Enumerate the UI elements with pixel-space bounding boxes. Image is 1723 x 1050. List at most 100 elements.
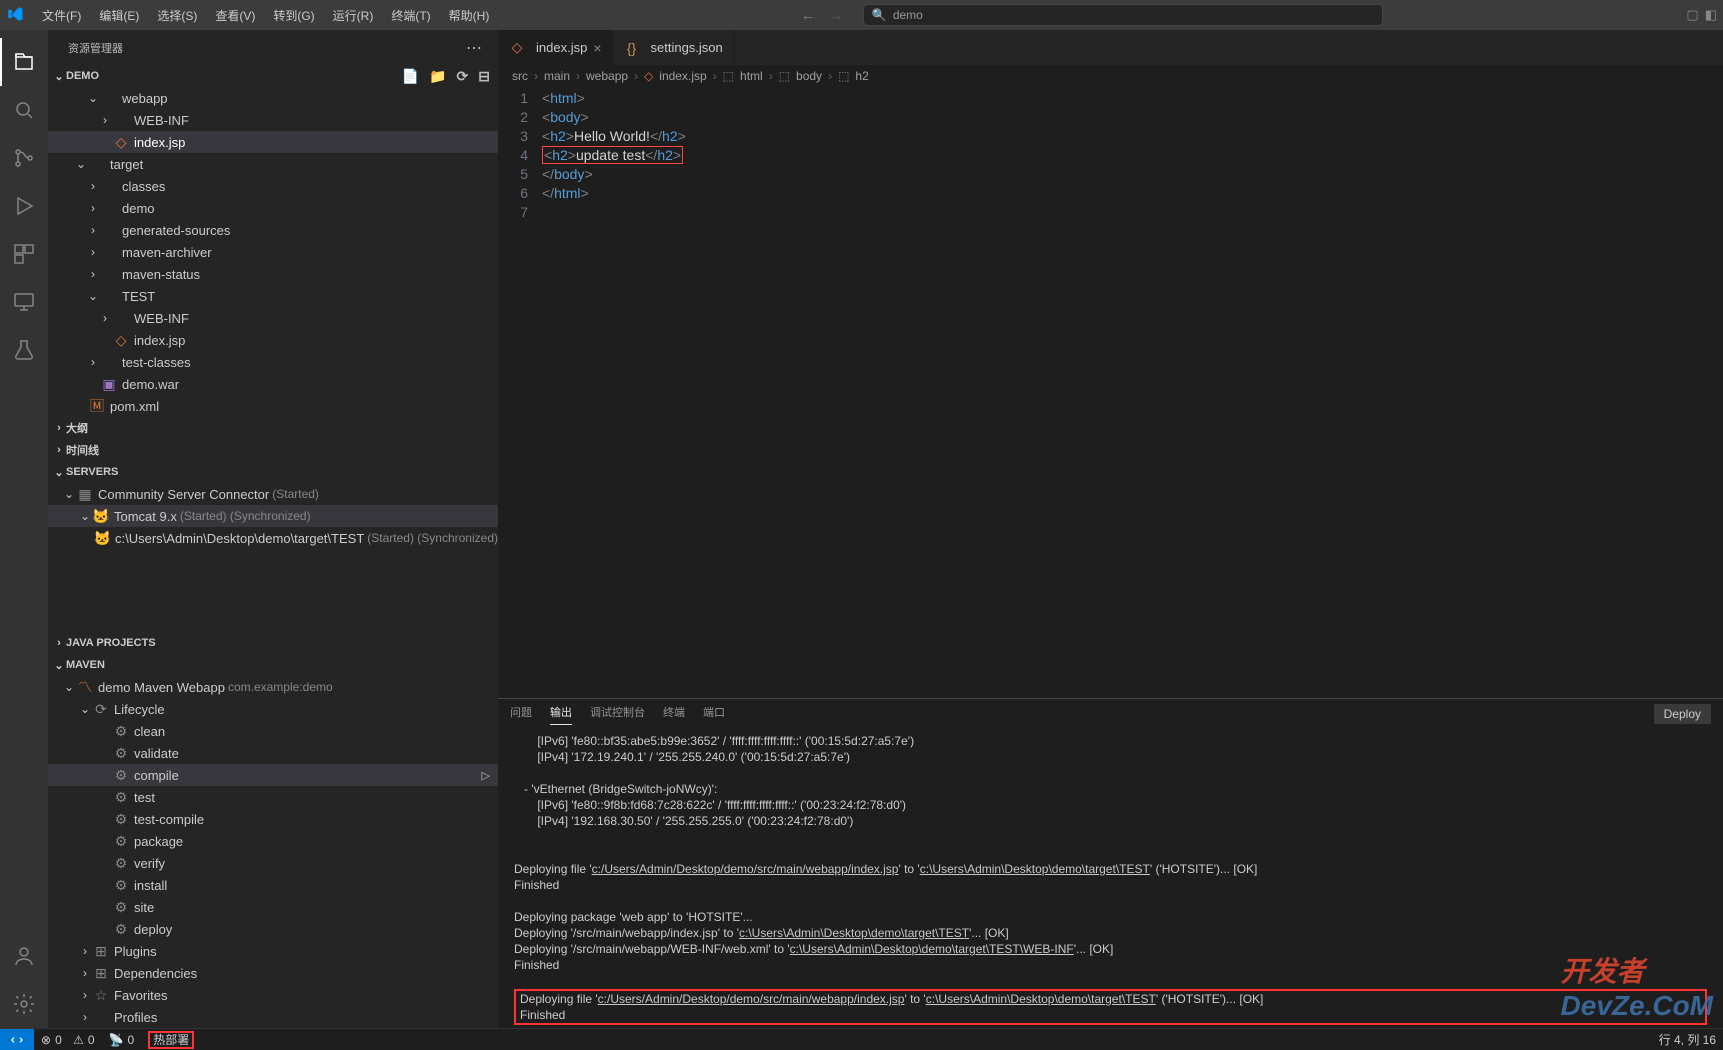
chevron-icon: ›: [86, 201, 100, 215]
lifecycle-goal[interactable]: ⚙install: [48, 874, 498, 896]
nav-forward-icon[interactable]: →: [829, 7, 843, 23]
tree-label: TEST: [122, 289, 155, 304]
maven-header[interactable]: ⌄MAVEN: [48, 654, 498, 676]
server-item[interactable]: 🐱c:\Users\Admin\Desktop\demo\target\TEST…: [48, 527, 498, 549]
breadcrumb-item[interactable]: src: [512, 69, 528, 83]
menu-item[interactable]: 编辑(E): [91, 3, 147, 28]
accounts-icon[interactable]: [0, 932, 48, 980]
breadcrumb-item[interactable]: webapp: [586, 69, 628, 83]
timeline-header[interactable]: ›时间线: [48, 439, 498, 461]
breadcrumb-item[interactable]: h2: [855, 69, 868, 83]
lifecycle-node[interactable]: ⌄⟳Lifecycle: [48, 698, 498, 720]
server-item[interactable]: ⌄▦Community Server Connector (Started): [48, 483, 498, 505]
close-icon[interactable]: ×: [593, 40, 601, 56]
lifecycle-goal[interactable]: ⚙test-compile: [48, 808, 498, 830]
refresh-icon[interactable]: ⟳: [457, 68, 469, 85]
maven-icon: 〽: [76, 677, 94, 697]
collapse-all-icon[interactable]: ⊟: [478, 68, 490, 85]
tree-item[interactable]: ›WEB-INF: [48, 307, 498, 329]
menu-item[interactable]: 选择(S): [149, 3, 205, 28]
panel-tab[interactable]: 终端: [663, 704, 685, 724]
remote-button[interactable]: [0, 1029, 34, 1050]
tree-item[interactable]: ›maven-status: [48, 263, 498, 285]
editor-tab[interactable]: {}settings.json: [613, 30, 734, 65]
menu-item[interactable]: 查看(V): [207, 3, 263, 28]
lifecycle-goal[interactable]: ⚙site: [48, 896, 498, 918]
chevron-icon: ›: [78, 1010, 92, 1024]
menu-item[interactable]: 运行(R): [325, 3, 382, 28]
settings-gear-icon[interactable]: [0, 980, 48, 1028]
nav-back-icon[interactable]: ←: [801, 7, 815, 23]
tree-item[interactable]: ⌄ TEST: [48, 285, 498, 307]
tree-item[interactable]: 🄼pom.xml: [48, 395, 498, 417]
menu-item[interactable]: 帮助(H): [441, 3, 498, 28]
tree-item[interactable]: ›WEB-INF: [48, 109, 498, 131]
problems-status[interactable]: ⊗0 ⚠0: [34, 1029, 102, 1050]
tree-item[interactable]: ›demo: [48, 197, 498, 219]
lifecycle-goal[interactable]: ⚙package: [48, 830, 498, 852]
new-folder-icon[interactable]: 📁: [429, 68, 446, 85]
run-icon[interactable]: ▷: [482, 769, 490, 782]
breadcrumb-icon: ⬚: [838, 69, 849, 83]
remote-explorer-icon[interactable]: [0, 278, 48, 326]
lifecycle-goal[interactable]: ⚙compile▷: [48, 764, 498, 786]
search-view-icon[interactable]: [0, 86, 48, 134]
server-item[interactable]: ⌄🐱Tomcat 9.x (Started) (Synchronized): [48, 505, 498, 527]
deploy-dropdown[interactable]: Deploy: [1654, 704, 1711, 724]
tree-item[interactable]: ›generated-sources: [48, 219, 498, 241]
java-projects-header[interactable]: ›JAVA PROJECTS: [48, 632, 498, 654]
command-center-search[interactable]: 🔍 demo: [863, 4, 1383, 26]
tree-item[interactable]: ›maven-archiver: [48, 241, 498, 263]
output-panel[interactable]: [IPv6] 'fe80::bf35:abe5:b99e:3652' / 'ff…: [498, 729, 1723, 1028]
lifecycle-goal[interactable]: ⚙validate: [48, 742, 498, 764]
breadcrumb-item[interactable]: main: [544, 69, 570, 83]
tree-item[interactable]: ⌄target: [48, 153, 498, 175]
tree-item[interactable]: ›classes: [48, 175, 498, 197]
run-debug-view-icon[interactable]: [0, 182, 48, 230]
layout-sidebar-icon[interactable]: ◧: [1705, 7, 1717, 23]
panel-tab[interactable]: 输出: [550, 704, 572, 725]
tree-item[interactable]: ›test-classes: [48, 351, 498, 373]
tab-label: settings.json: [651, 40, 723, 55]
lifecycle-goal[interactable]: ⚙test: [48, 786, 498, 808]
maven-node[interactable]: ›⊞Dependencies: [48, 962, 498, 984]
tree-item[interactable]: ⌄webapp: [48, 87, 498, 109]
tree-item[interactable]: ▣demo.war: [48, 373, 498, 395]
breadcrumb[interactable]: src›main›webapp›◇index.jsp›⬚html›⬚body›⬚…: [498, 65, 1723, 87]
menu-item[interactable]: 转到(G): [265, 3, 322, 28]
breadcrumb-item[interactable]: index.jsp: [659, 69, 706, 83]
breadcrumb-item[interactable]: body: [796, 69, 822, 83]
panel-tab[interactable]: 问题: [510, 704, 532, 724]
editor-tab[interactable]: ◇index.jsp×: [498, 30, 613, 65]
panel-tab[interactable]: 端口: [703, 704, 725, 724]
new-file-icon[interactable]: 📄: [402, 68, 419, 85]
layout-panel-icon[interactable]: ▢: [1686, 7, 1698, 23]
menu-item[interactable]: 终端(T): [383, 3, 438, 28]
explorer-view-icon[interactable]: [0, 38, 48, 86]
testing-view-icon[interactable]: [0, 326, 48, 374]
sidebar-more-icon[interactable]: ⋯: [466, 38, 482, 58]
breadcrumb-item[interactable]: html: [740, 69, 763, 83]
menu-item[interactable]: 文件(F): [34, 3, 89, 28]
code-editor[interactable]: 1234567 <html><body><h2>Hello World!</h2…: [498, 87, 1723, 698]
panel-tab[interactable]: 调试控制台: [590, 704, 645, 724]
chevron-icon: ⌄: [86, 289, 100, 303]
explorer-folder-header[interactable]: ⌄ DEMO 📄 📁 ⟳ ⊟: [48, 65, 498, 87]
maven-node[interactable]: ›Profiles: [48, 1006, 498, 1028]
outline-header[interactable]: ›大纲: [48, 417, 498, 439]
lifecycle-goal[interactable]: ⚙clean: [48, 720, 498, 742]
servers-header[interactable]: ⌄SERVERS: [48, 461, 498, 483]
lifecycle-goal[interactable]: ⚙deploy: [48, 918, 498, 940]
scm-view-icon[interactable]: [0, 134, 48, 182]
tree-item[interactable]: ◇index.jsp: [48, 329, 498, 351]
hot-deploy-status[interactable]: 热部署: [141, 1029, 201, 1050]
ports-status[interactable]: 📡0: [102, 1029, 142, 1050]
maven-node[interactable]: ›☆Favorites: [48, 984, 498, 1006]
extensions-view-icon[interactable]: [0, 230, 48, 278]
tree-item[interactable]: ◇index.jsp: [48, 131, 498, 153]
lifecycle-goal[interactable]: ⚙verify: [48, 852, 498, 874]
cursor-position[interactable]: 行 4, 列 16: [1652, 1031, 1723, 1048]
maven-project[interactable]: ⌄〽demo Maven Webapp com.example:demo: [48, 676, 498, 698]
folder-name: DEMO: [66, 70, 99, 82]
maven-node[interactable]: ›⊞Plugins: [48, 940, 498, 962]
